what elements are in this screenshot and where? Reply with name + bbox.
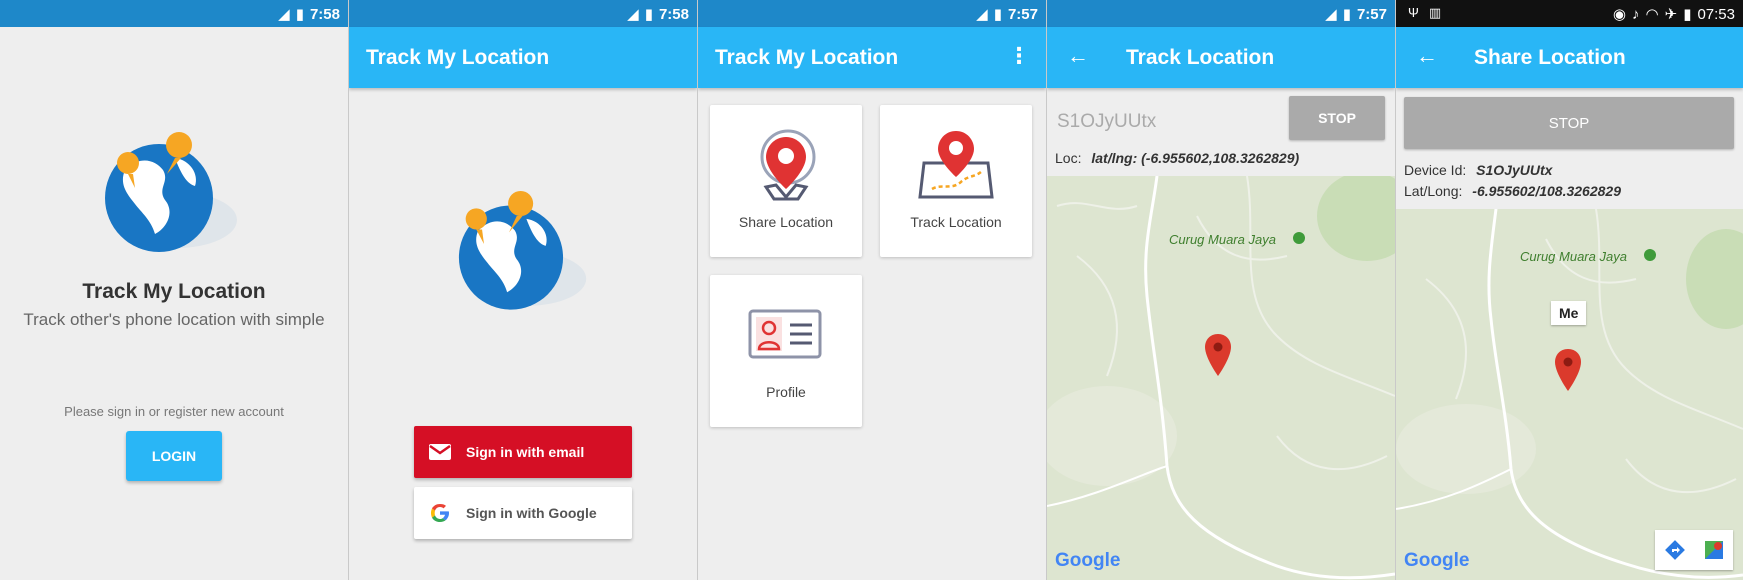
lat-long-label: Lat/Long: <box>1404 183 1463 199</box>
app-title: Track My Location <box>82 280 266 303</box>
app-bar: ← Track Location <box>1047 27 1395 88</box>
status-bar: ◢ ▮ 7:58 <box>0 0 348 27</box>
wifi-icon: ◠ <box>1645 6 1659 23</box>
sign-in-email-button[interactable]: Sign in with email <box>414 426 632 478</box>
location-marker-icon[interactable] <box>1205 334 1231 376</box>
park-icon <box>1293 232 1305 244</box>
track-location-label: Track Location <box>910 214 1002 230</box>
lat-long-value: -6.955602/108.3262829 <box>1472 183 1621 199</box>
globe-logo-icon <box>458 190 587 310</box>
status-time: 7:58 <box>658 5 689 23</box>
battery-icon: ▮ <box>1342 6 1351 23</box>
app-bar: Track My Location ⋮ <box>698 27 1046 88</box>
location-readout: Loc: lat/lng: (-6.955602,108.3262829) <box>1055 150 1299 166</box>
mail-icon <box>429 444 451 460</box>
sign-in-google-button[interactable]: Sign in with Google <box>414 487 632 539</box>
battery-icon: ▮ <box>295 6 304 23</box>
page-title: Share Location <box>1474 46 1626 69</box>
usb-icon: Ψ <box>1408 5 1419 20</box>
sign-in-hint: Please sign in or register new account <box>64 404 284 419</box>
page-title: Track My Location <box>715 46 899 69</box>
status-time: 7:58 <box>309 5 340 23</box>
google-icon <box>431 504 449 522</box>
marker-info-window: Me <box>1551 301 1587 325</box>
place-label: Curug Muara Jaya <box>1520 249 1627 264</box>
share-location-screen: Ψ ▥ ◉ ♪ ◠ ✈ ▮ 07:53 ← Share Location STO… <box>1396 0 1743 580</box>
track-location-card[interactable]: Track Location <box>880 105 1032 257</box>
app-bar: Track My Location <box>349 27 697 88</box>
app-subtitle: Track other's phone location with simple <box>23 310 325 329</box>
splash-screen: ◢ ▮ 7:58 Track My Location Track other's… <box>0 0 348 580</box>
signal-icon: ◢ <box>278 6 290 23</box>
sign-in-email-label: Sign in with email <box>466 444 585 460</box>
sign-in-google-label: Sign in with Google <box>466 505 597 521</box>
map-toolbar <box>1655 530 1733 570</box>
profile-id-card-icon <box>748 309 822 359</box>
loc-label: Loc: <box>1055 150 1082 166</box>
share-location-card[interactable]: Share Location <box>710 105 862 257</box>
profile-label: Profile <box>766 384 806 400</box>
status-bar: ◢ ▮ 7:58 <box>349 0 697 27</box>
page-title: Track Location <box>1126 46 1275 69</box>
battery-icon: ▮ <box>1683 6 1692 23</box>
map-view[interactable]: Curug Muara Jaya Google <box>1047 176 1395 580</box>
battery-icon: ▮ <box>644 6 653 23</box>
login-button[interactable]: LOGIN <box>126 431 222 481</box>
status-time: 7:57 <box>1007 5 1038 23</box>
directions-icon[interactable] <box>1655 530 1694 570</box>
track-location-screen: ◢ ▮ 7:57 ← Track Location STOP Loc: lat/… <box>1047 0 1395 580</box>
loc-value: lat/lng: (-6.955602,108.3262829) <box>1091 150 1300 166</box>
signal-icon: ◢ <box>976 6 988 23</box>
device-id-label: Device Id: <box>1404 162 1467 178</box>
share-location-icon <box>760 129 816 201</box>
app-bar: ← Share Location <box>1396 27 1743 88</box>
status-time: 07:53 <box>1697 5 1735 23</box>
home-menu-screen: ◢ ▮ 7:57 Track My Location ⋮ Share Locat… <box>698 0 1046 580</box>
map-terrain <box>1396 209 1743 580</box>
sign-in-screen: ◢ ▮ 7:58 Track My Location Sign in with … <box>349 0 697 580</box>
back-arrow-icon[interactable]: ← <box>1067 43 1089 69</box>
sd-card-icon: ▥ <box>1428 5 1442 20</box>
overflow-menu-icon[interactable]: ⋮ <box>1008 43 1030 69</box>
track-location-icon <box>918 131 994 199</box>
place-label: Curug Muara Jaya <box>1169 232 1276 247</box>
google-logo-text: Google <box>1055 550 1121 571</box>
location-marker-icon[interactable] <box>1555 349 1581 391</box>
google-logo: Google <box>1404 550 1469 572</box>
google-logo-text: Google <box>1404 550 1470 571</box>
status-bar: ◢ ▮ 7:57 <box>1047 0 1395 27</box>
share-location-label: Share Location <box>738 214 834 230</box>
device-id-value: S1OJyUUtx <box>1476 162 1553 178</box>
stop-button[interactable]: STOP <box>1289 96 1385 140</box>
signal-icon: ◢ <box>627 6 639 23</box>
globe-logo-icon <box>105 132 237 252</box>
status-time: 7:57 <box>1356 5 1387 23</box>
google-logo: Google <box>1055 550 1120 572</box>
profile-card[interactable]: Profile <box>710 275 862 427</box>
device-id-input[interactable] <box>1055 106 1279 138</box>
device-id-row: Device Id: S1OJyUUtx <box>1404 162 1552 178</box>
status-bar: Ψ ▥ ◉ ♪ ◠ ✈ ▮ 07:53 <box>1396 0 1743 27</box>
park-icon <box>1644 249 1656 261</box>
status-bar: ◢ ▮ 7:57 <box>698 0 1046 27</box>
signal-icon: ◢ <box>1325 6 1337 23</box>
mute-icon: ♪ <box>1632 5 1640 23</box>
map-view[interactable]: Curug Muara Jaya Me Google <box>1396 209 1743 580</box>
open-in-maps-icon[interactable] <box>1694 530 1733 570</box>
lat-long-row: Lat/Long: -6.955602/108.3262829 <box>1404 183 1621 199</box>
battery-icon: ▮ <box>993 6 1002 23</box>
page-title: Track My Location <box>366 46 550 69</box>
airplane-icon: ✈ <box>1664 6 1678 23</box>
stop-button[interactable]: STOP <box>1404 97 1734 149</box>
location-status-icon: ◉ <box>1612 6 1627 23</box>
back-arrow-icon[interactable]: ← <box>1416 43 1438 69</box>
